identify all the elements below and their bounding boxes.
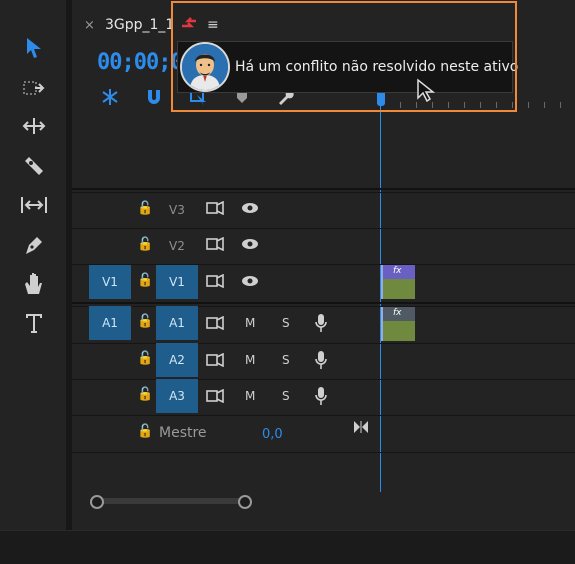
track-area-top-border bbox=[72, 188, 575, 190]
hand-tool-icon[interactable] bbox=[20, 270, 48, 298]
snap-magnet-icon[interactable] bbox=[145, 88, 163, 111]
playhead-timecode[interactable]: 00;00;0 bbox=[97, 50, 184, 75]
bottom-status-strip bbox=[0, 530, 575, 564]
tab-close-button[interactable]: × bbox=[84, 18, 95, 33]
master-track-label: Mestre bbox=[159, 425, 207, 441]
track-target-v1[interactable]: V1 bbox=[156, 265, 198, 299]
video-audio-divider[interactable] bbox=[72, 302, 575, 304]
track-eye-icon[interactable] bbox=[241, 202, 259, 218]
solo-button[interactable]: S bbox=[282, 316, 290, 330]
scrollbar-left-handle[interactable] bbox=[90, 495, 104, 509]
audio-clip[interactable]: fx bbox=[381, 307, 415, 341]
type-tool-icon[interactable] bbox=[20, 309, 48, 337]
mute-button[interactable]: M bbox=[245, 316, 255, 330]
video-clip[interactable]: fx bbox=[381, 265, 415, 299]
lock-icon[interactable]: 🔓 bbox=[137, 387, 153, 402]
source-patch-v1[interactable]: V1 bbox=[89, 265, 131, 299]
track-label-v2: V2 bbox=[169, 239, 185, 253]
sync-lock-film-icon[interactable] bbox=[206, 200, 224, 219]
scrollbar-track[interactable] bbox=[90, 498, 250, 504]
lock-icon[interactable]: 🔓 bbox=[137, 273, 153, 288]
fx-badge: fx bbox=[393, 308, 402, 318]
track-target-a3[interactable]: A3 bbox=[156, 379, 198, 413]
mute-button[interactable]: M bbox=[245, 353, 255, 367]
lock-icon[interactable]: 🔓 bbox=[137, 237, 153, 252]
microphone-icon[interactable] bbox=[314, 313, 328, 337]
sync-lock-film-icon[interactable] bbox=[206, 388, 224, 407]
ripple-edit-tool-icon[interactable] bbox=[20, 112, 48, 140]
microphone-icon[interactable] bbox=[314, 350, 328, 374]
track-target-a2[interactable]: A2 bbox=[156, 343, 198, 377]
razor-tool-icon[interactable] bbox=[20, 152, 48, 180]
master-volume-value[interactable]: 0,0 bbox=[262, 427, 283, 442]
scrollbar-right-handle[interactable] bbox=[238, 495, 252, 509]
fx-badge: fx bbox=[393, 266, 402, 276]
sync-lock-film-icon[interactable] bbox=[206, 273, 224, 292]
lock-icon[interactable]: 🔓 bbox=[137, 351, 153, 366]
solo-button[interactable]: S bbox=[282, 353, 290, 367]
track-target-a1[interactable]: A1 bbox=[156, 306, 198, 340]
pen-tool-icon[interactable] bbox=[20, 231, 48, 259]
lock-icon[interactable]: 🔓 bbox=[137, 314, 153, 329]
mute-button[interactable]: M bbox=[245, 389, 255, 403]
track-label-v3: V3 bbox=[169, 203, 185, 217]
microphone-icon[interactable] bbox=[314, 386, 328, 410]
solo-button[interactable]: S bbox=[282, 389, 290, 403]
track-eye-icon[interactable] bbox=[241, 275, 259, 291]
lock-icon[interactable]: 🔓 bbox=[137, 201, 153, 216]
track-eye-icon[interactable] bbox=[241, 238, 259, 254]
highlight-frame bbox=[171, 1, 517, 112]
go-to-edit-icon[interactable] bbox=[353, 419, 369, 438]
track-area-bottom-border bbox=[72, 452, 575, 453]
sync-lock-film-icon[interactable] bbox=[206, 236, 224, 255]
slip-tool-icon[interactable] bbox=[20, 191, 48, 219]
track-select-tool-icon[interactable] bbox=[20, 74, 48, 102]
nest-sequence-icon[interactable] bbox=[100, 88, 120, 111]
sequence-tab-title[interactable]: 3Gpp_1_1 bbox=[105, 17, 174, 33]
lock-icon[interactable]: 🔓 bbox=[137, 424, 153, 439]
sync-lock-film-icon[interactable] bbox=[206, 352, 224, 371]
source-patch-a1[interactable]: A1 bbox=[89, 306, 131, 340]
zoom-scrollbar[interactable] bbox=[90, 495, 252, 509]
mouse-cursor-icon bbox=[416, 78, 436, 106]
selection-tool-icon[interactable] bbox=[20, 34, 48, 62]
sync-lock-film-icon[interactable] bbox=[206, 315, 224, 334]
tools-panel bbox=[0, 0, 66, 530]
